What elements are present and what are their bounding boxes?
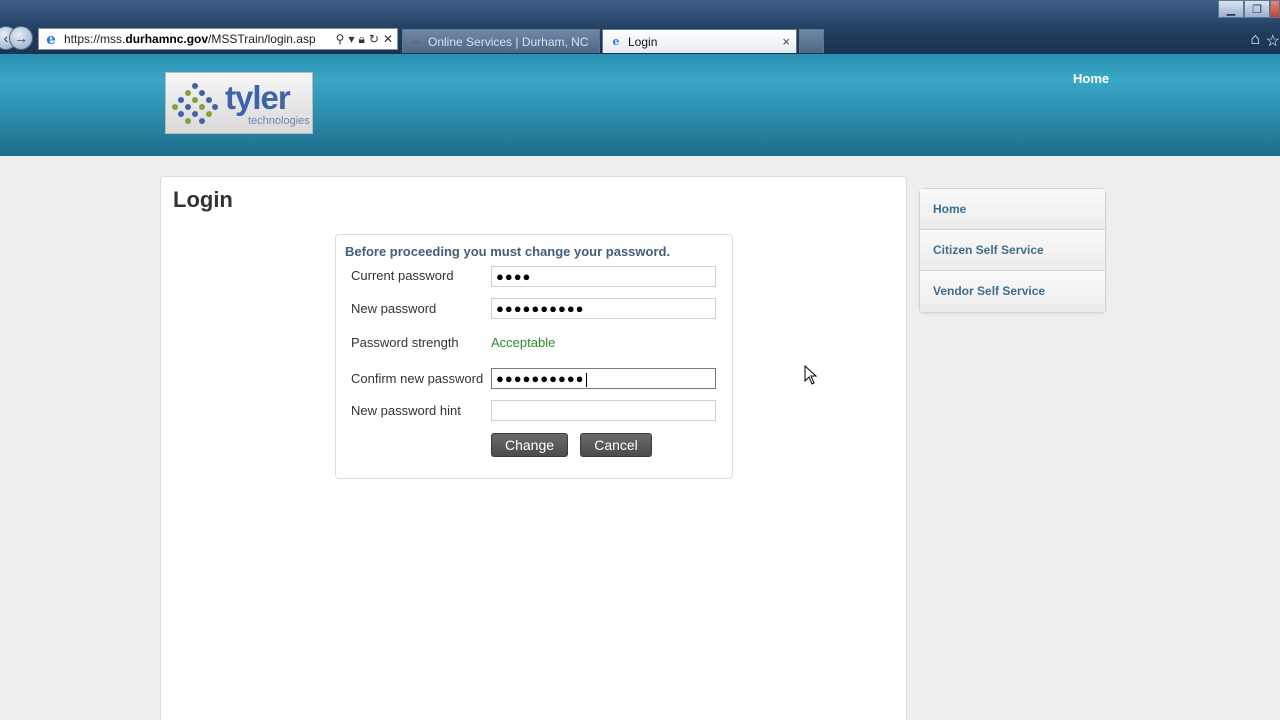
site-header: tyler technologies Home [0, 54, 1280, 156]
current-password-input[interactable]: ●●●● [491, 266, 716, 287]
sidebar-item-home[interactable]: Home [920, 189, 1105, 230]
confirm-password-label: Confirm new password [351, 371, 484, 386]
ie-favicon-icon: e [612, 34, 620, 48]
password-strength-label: Password strength [351, 335, 459, 350]
minimize-icon[interactable]: ▁ [1218, 0, 1244, 18]
current-password-label: Current password [351, 268, 454, 283]
dropdown-icon[interactable]: ▾ [348, 32, 354, 47]
new-password-label: New password [351, 301, 437, 316]
close-tab-icon[interactable]: × [782, 34, 790, 49]
text-caret [585, 372, 587, 387]
refresh-icon[interactable]: ↻ [369, 32, 379, 47]
forward-button[interactable]: → [9, 26, 33, 50]
window-controls: ▁ ❐ [1218, 0, 1280, 18]
password-hint-input[interactable] [491, 400, 716, 421]
durham-favicon-icon: ⇔ [410, 35, 422, 48]
page-title: Login [173, 187, 233, 212]
restore-icon[interactable]: ❐ [1244, 0, 1270, 18]
header-home-link[interactable]: Home [1073, 71, 1109, 86]
search-icon[interactable]: ⚲ [336, 32, 345, 47]
side-menu: Home Citizen Self Service Vendor Self Se… [919, 188, 1106, 313]
window-close-icon[interactable] [1270, 0, 1280, 18]
form-message: Before proceeding you must change your p… [345, 244, 671, 259]
favorites-star-icon[interactable]: ☆ [1266, 31, 1280, 51]
browser-home-icon[interactable]: ⌂ [1250, 31, 1260, 49]
cancel-button[interactable]: Cancel [580, 433, 652, 457]
url-text: https://mss.durhamnc.gov/MSSTrain/login.… [64, 32, 316, 46]
tyler-dots-icon [172, 83, 218, 124]
password-strength-value: Acceptable [491, 335, 556, 350]
sidebar-item-vendor-self-service[interactable]: Vendor Self Service [920, 271, 1105, 312]
tab-login[interactable]: e Login × [602, 29, 797, 53]
tyler-logo[interactable]: tyler technologies [165, 72, 313, 134]
lock-icon[interactable]: 🔒︎ [358, 32, 364, 47]
mouse-cursor-icon [804, 365, 818, 385]
ie-icon: e [46, 30, 56, 48]
confirm-password-input[interactable]: ●●●●●●●●●● [491, 368, 716, 389]
sidebar-item-citizen-self-service[interactable]: Citizen Self Service [920, 230, 1105, 271]
password-hint-label: New password hint [351, 403, 461, 418]
stop-icon[interactable]: ✕ [383, 32, 393, 47]
browser-chrome: ‹ → e https://mss.durhamnc.gov/MSSTrain/… [0, 0, 1280, 54]
new-tab-button[interactable] [799, 29, 824, 53]
new-password-input[interactable]: ●●●●●●●●●● [491, 298, 716, 319]
change-button[interactable]: Change [491, 433, 568, 457]
change-password-form: Before proceeding you must change your p… [335, 234, 733, 479]
tab-online-services[interactable]: ⇔ Online Services | Durham, NC [402, 29, 600, 53]
main-panel: Login Before proceeding you must change … [160, 176, 907, 720]
address-bar[interactable]: e https://mss.durhamnc.gov/MSSTrain/logi… [38, 28, 398, 50]
